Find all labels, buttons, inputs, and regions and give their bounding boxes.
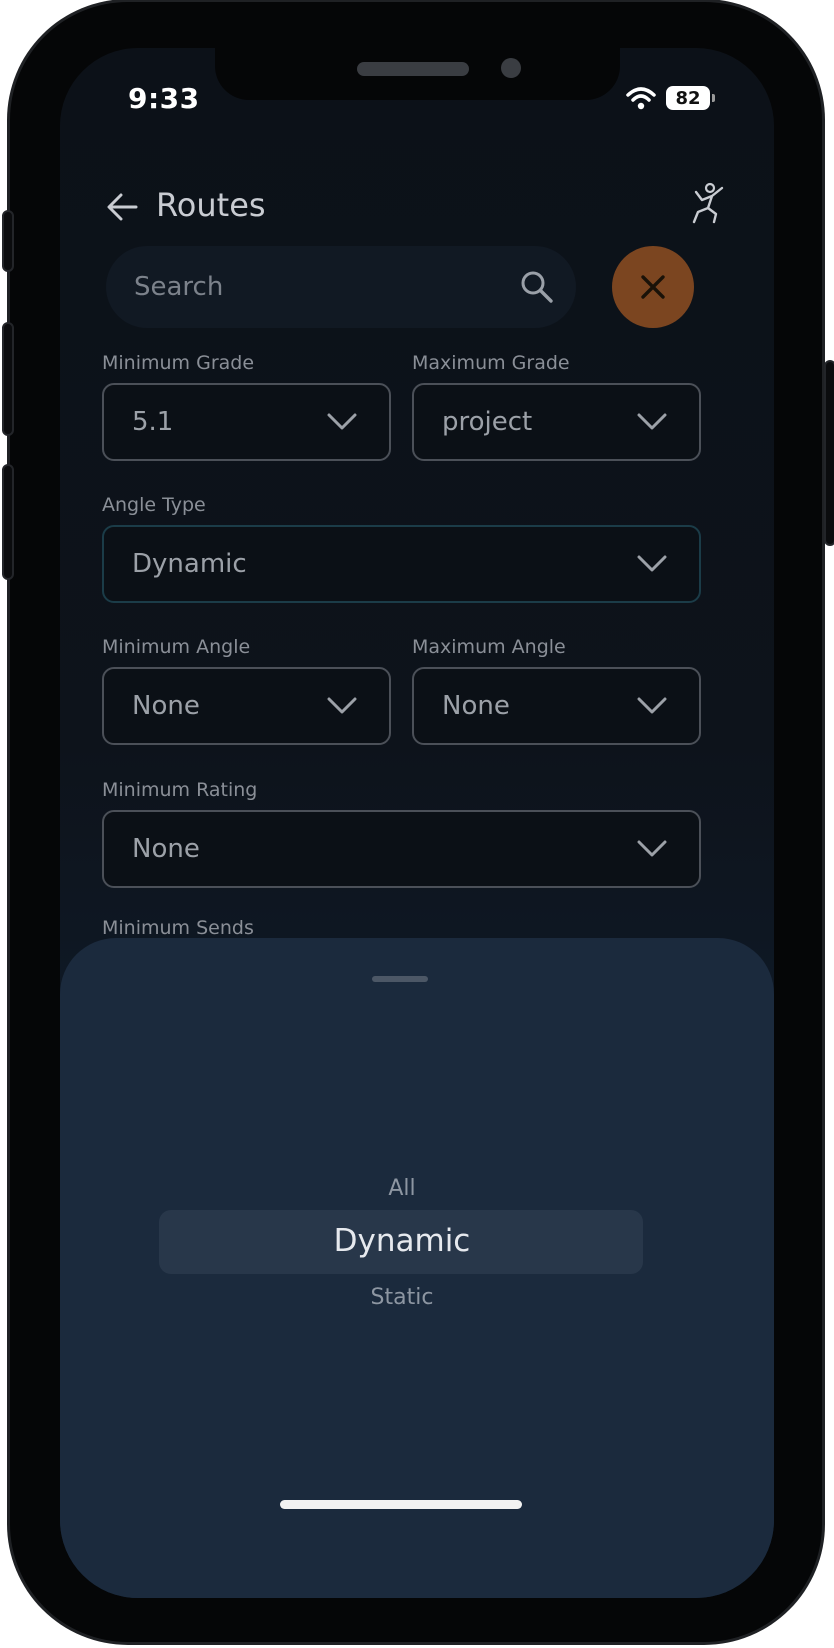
search-bar[interactable] — [106, 246, 576, 328]
climber-icon[interactable] — [690, 182, 726, 224]
page-title: Routes — [156, 186, 266, 224]
search-input[interactable] — [132, 268, 496, 306]
speaker — [357, 62, 469, 76]
max-angle-value: None — [442, 691, 510, 721]
camera — [501, 58, 521, 78]
app-header: Routes — [106, 182, 726, 242]
min-angle-label: Minimum Angle — [102, 636, 251, 658]
chevron-down-icon — [637, 697, 667, 714]
picker-option-dynamic[interactable]: Dynamic — [60, 1223, 744, 1259]
volume-up-button — [2, 322, 14, 436]
chevron-down-icon — [637, 413, 667, 430]
min-sends-label: Minimum Sends — [102, 917, 254, 939]
chevron-down-icon — [327, 413, 357, 430]
max-angle-dropdown[interactable]: None — [412, 667, 701, 745]
home-indicator[interactable] — [280, 1500, 522, 1509]
min-grade-value: 5.1 — [132, 407, 174, 437]
chevron-down-icon — [327, 697, 357, 714]
picker-option-static[interactable]: Static — [60, 1285, 744, 1310]
sheet-drag-handle[interactable] — [372, 976, 428, 982]
search-icon[interactable] — [520, 270, 554, 304]
battery-indicator: 82 — [666, 86, 715, 110]
status-icons: 82 — [626, 86, 715, 110]
angle-type-label: Angle Type — [102, 494, 206, 516]
angle-type-picker-sheet: All Dynamic Static — [60, 938, 774, 1598]
max-grade-value: project — [442, 407, 533, 437]
wifi-icon — [626, 87, 656, 110]
min-rating-value: None — [132, 834, 200, 864]
min-grade-dropdown[interactable]: 5.1 — [102, 383, 391, 461]
picker-option-all[interactable]: All — [60, 1176, 744, 1201]
mute-switch — [2, 210, 14, 272]
max-angle-label: Maximum Angle — [412, 636, 566, 658]
min-rating-dropdown[interactable]: None — [102, 810, 701, 888]
app-screen: 9:33 82 Routes Minimum Grade Maximum Gra… — [60, 48, 774, 1598]
close-filters-button[interactable] — [612, 246, 694, 328]
min-angle-dropdown[interactable]: None — [102, 667, 391, 745]
back-arrow-icon[interactable] — [106, 192, 138, 222]
chevron-down-icon — [637, 555, 667, 572]
power-button — [824, 360, 834, 546]
angle-type-value: Dynamic — [132, 549, 247, 579]
min-grade-label: Minimum Grade — [102, 352, 255, 374]
min-angle-value: None — [132, 691, 200, 721]
angle-type-dropdown[interactable]: Dynamic — [102, 525, 701, 603]
volume-down-button — [2, 464, 14, 580]
status-time: 9:33 — [128, 82, 200, 115]
close-icon — [641, 275, 665, 299]
max-grade-label: Maximum Grade — [412, 352, 570, 374]
notch — [215, 48, 620, 100]
max-grade-dropdown[interactable]: project — [412, 383, 701, 461]
min-rating-label: Minimum Rating — [102, 779, 258, 801]
chevron-down-icon — [637, 840, 667, 857]
